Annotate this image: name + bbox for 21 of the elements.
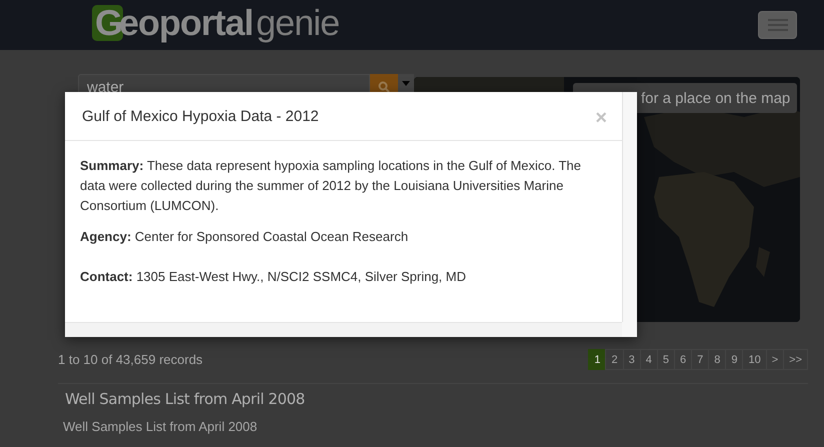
detail-text: Summary: These data represent hypoxia sampling locations in the Gulf of Mexico. The data were collected during the summer of 2012 by the Louisiana Universities Marine Consortium (LUMCON). [80,157,582,215]
caret-icon [402,80,410,86]
page-button[interactable]: 3 [622,349,641,370]
page-button[interactable]: 1 [588,349,606,370]
page-button[interactable]: 2 [605,349,624,370]
menu-button[interactable] [758,11,797,39]
page-button[interactable]: 5 [656,349,675,370]
page-button[interactable]: >> [783,349,808,370]
page-button[interactable]: 10 [742,349,767,370]
page-button[interactable]: 4 [640,349,658,370]
page-button[interactable]: 7 [691,349,710,370]
modal-title: Gulf of Mexico Hypoxia Data - 2012 [82,108,319,124]
detail-text: Contact: 1305 East-West Hwy., N/SCI2 SSMC4, Silver Spring, MD [80,268,468,286]
search-icon [378,81,390,93]
dropdown-button[interactable] [398,74,414,92]
result-title[interactable]: Well Samples List from April 2008 [65,390,808,408]
detail-text: Agency: Center for Sponsored Coastal Ocean Research [80,228,410,246]
record-count: 1 to 10 of 43,659 records [58,352,203,367]
page-button[interactable]: 8 [708,349,726,370]
result-description: Well Samples List from April 2008 [63,419,258,434]
page-button[interactable]: 9 [725,349,744,370]
